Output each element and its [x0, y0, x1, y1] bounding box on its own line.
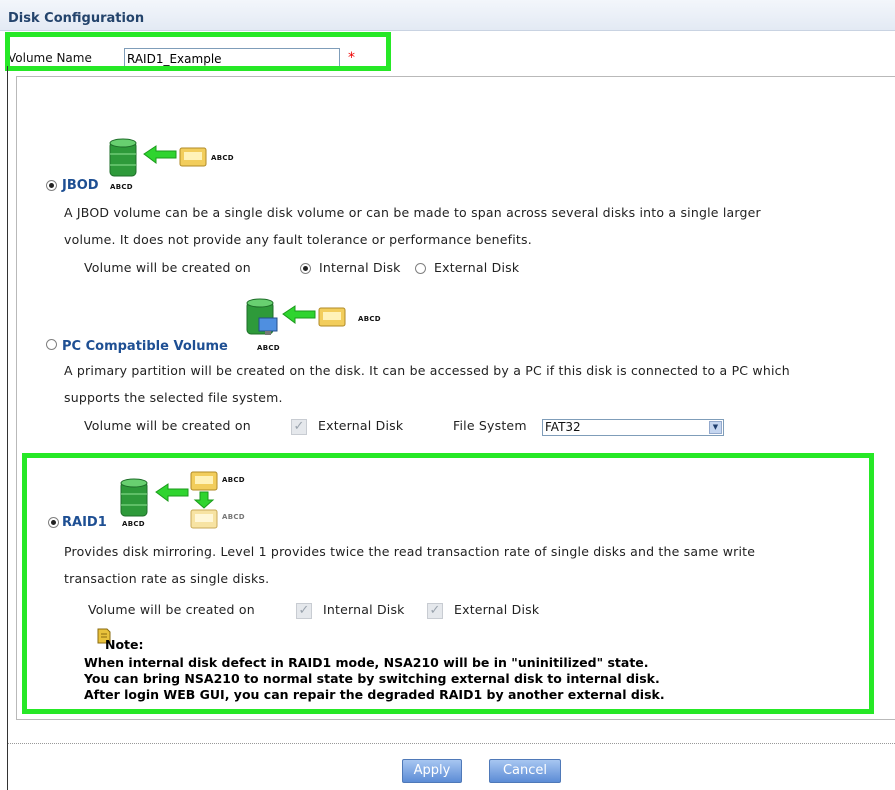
pc-disk-label: ABCD [257, 344, 280, 352]
jbod-external-radio[interactable] [415, 263, 426, 274]
external-disk-icon [318, 307, 346, 327]
pc-target-label: ABCD [358, 315, 381, 323]
note-title: Note: [105, 637, 144, 652]
jbod-internal-radio[interactable] [300, 263, 311, 274]
raid1-internal-checkbox[interactable]: ✓ [296, 603, 312, 619]
raid1-description-2: transaction rate as single disks. [64, 571, 270, 586]
page-title: Disk Configuration [8, 11, 145, 26]
external-disk-icon [190, 509, 218, 529]
pc-created-on-label: Volume will be created on [84, 418, 251, 433]
pc-external-checkbox[interactable]: ✓ [291, 419, 307, 435]
highlight-volume-name [5, 32, 391, 71]
arrow-left-icon [282, 305, 316, 324]
pc-diagram [246, 298, 346, 335]
note-line-3: After login WEB GUI, you can repair the … [84, 687, 665, 702]
filesystem-select[interactable]: FAT32 ▼ [542, 419, 724, 436]
footer-divider [8, 743, 895, 744]
raid1-radio[interactable] [48, 517, 59, 528]
note-line-1: When internal disk defect in RAID1 mode,… [84, 655, 649, 670]
jbod-internal-label: Internal Disk [319, 260, 401, 275]
cancel-button[interactable]: Cancel [489, 759, 561, 783]
jbod-target-label: ABCD [211, 154, 234, 162]
jbod-diagram [109, 138, 207, 177]
jbod-description-2: volume. It does not provide any fault to… [64, 232, 532, 247]
pc-external-label: External Disk [318, 418, 404, 433]
jbod-title: JBOD [62, 178, 99, 193]
raid1-internal-label: Internal Disk [323, 602, 405, 617]
external-disk-icon [179, 147, 207, 167]
raid1-disk-label: ABCD [122, 520, 145, 528]
apply-button[interactable]: Apply [402, 759, 462, 783]
left-border [7, 66, 8, 790]
pc-description-2: supports the selected file system. [64, 390, 283, 405]
arrow-left-icon [155, 483, 189, 502]
pc-filesystem-label: File System [453, 418, 527, 433]
raid1-created-on-label: Volume will be created on [88, 602, 255, 617]
arrow-down-icon [193, 491, 215, 509]
arrow-left-icon [143, 145, 177, 164]
jbod-disk-label: ABCD [110, 183, 133, 191]
external-disk-icon [190, 471, 218, 491]
disk-stack-icon [120, 478, 148, 517]
raid1-external-checkbox[interactable]: ✓ [427, 603, 443, 619]
disk-stack-icon [109, 138, 137, 177]
raid1-external-label: External Disk [454, 602, 540, 617]
raid1-target-label-2: ABCD [222, 513, 245, 521]
jbod-description-1: A JBOD volume can be a single disk volum… [64, 205, 761, 220]
raid1-target-label-1: ABCD [222, 476, 245, 484]
jbod-radio[interactable] [46, 180, 57, 191]
note-line-2: You can bring NSA210 to normal state by … [84, 671, 660, 686]
pc-title: PC Compatible Volume [62, 339, 228, 354]
jbod-external-label: External Disk [434, 260, 520, 275]
pc-description-1: A primary partition will be created on t… [64, 363, 790, 378]
pc-radio[interactable] [46, 339, 57, 350]
raid1-title: RAID1 [62, 515, 107, 530]
jbod-created-on-label: Volume will be created on [84, 260, 251, 275]
raid1-description-1: Provides disk mirroring. Level 1 provide… [64, 544, 756, 559]
chevron-down-icon[interactable]: ▼ [709, 421, 722, 434]
filesystem-value: FAT32 [545, 420, 581, 434]
